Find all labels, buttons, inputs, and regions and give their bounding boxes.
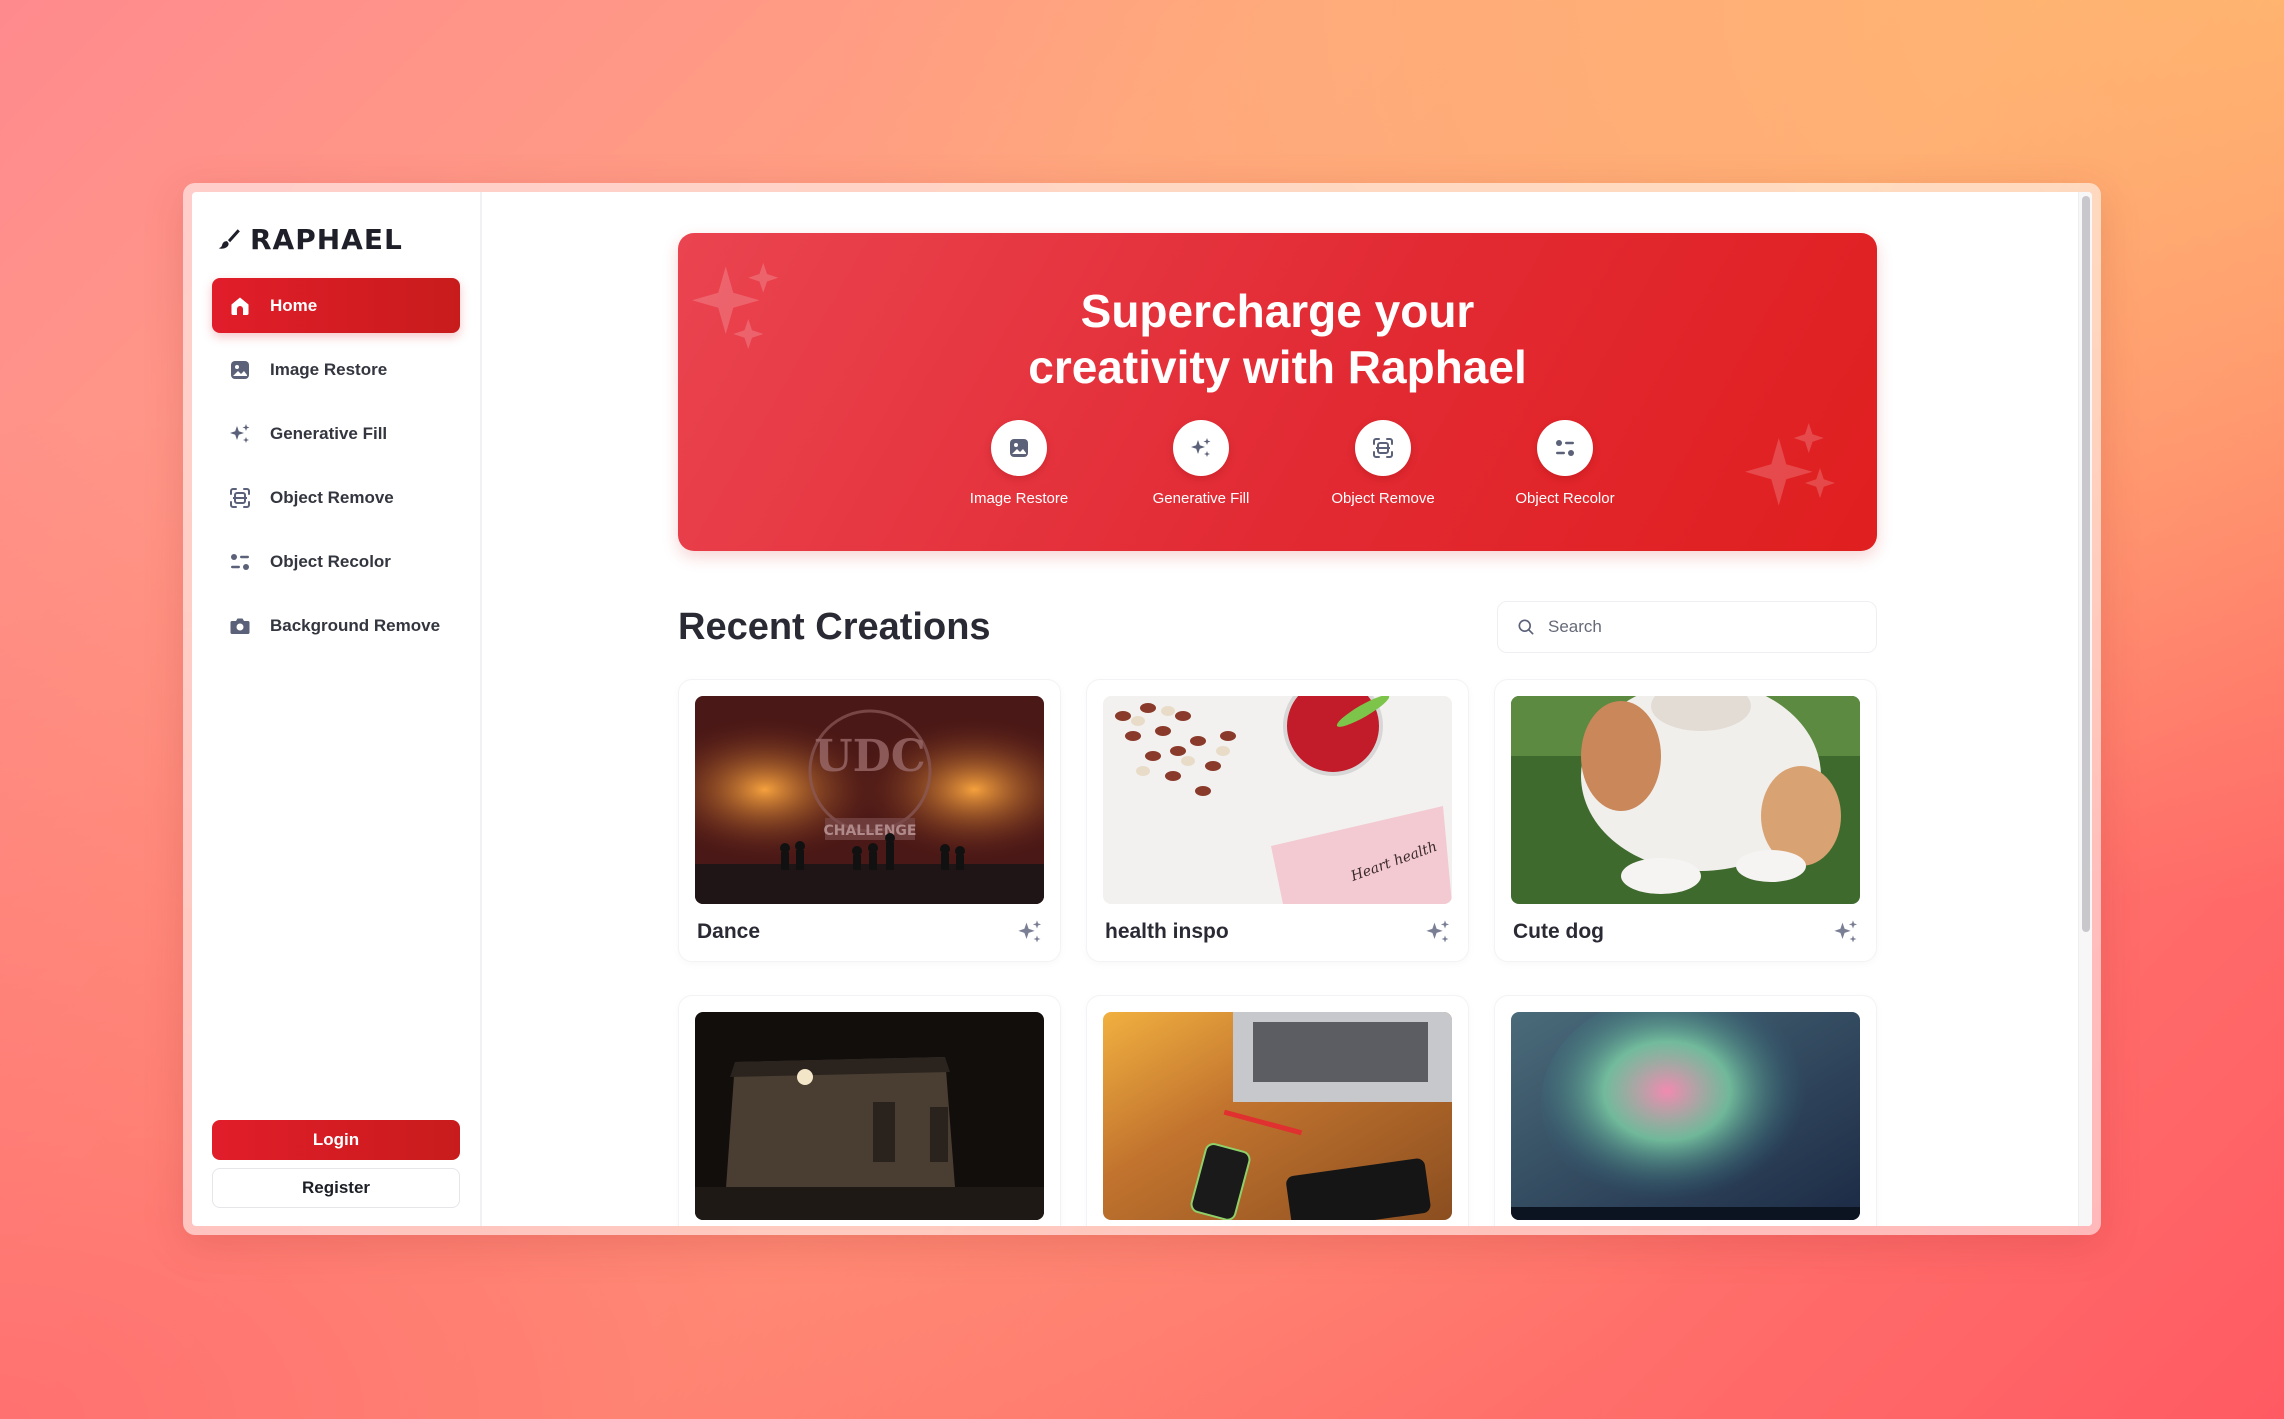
night-building-photo <box>695 1012 1044 1220</box>
app-window: RAPHAEL Home Image Restore Generative Fi… <box>183 183 2101 1235</box>
hero-title-line1: Supercharge your <box>1080 285 1475 337</box>
card-title: Dance <box>697 920 761 943</box>
sidebar-item-background-remove[interactable]: Background Remove <box>212 598 460 653</box>
sidebar-item-generative-fill[interactable]: Generative Fill <box>212 406 460 461</box>
card-title: health inspo <box>1105 920 1229 943</box>
feature-icon-circle <box>1355 420 1411 476</box>
sliders-icon <box>231 553 249 570</box>
image-icon <box>1010 439 1028 457</box>
section-title: Recent Creations <box>678 605 991 648</box>
register-button[interactable]: Register <box>212 1168 460 1208</box>
creation-card[interactable] <box>1086 995 1469 1226</box>
sidebar-item-object-recolor[interactable]: Object Recolor <box>212 534 460 589</box>
sidebar-item-label: Home <box>270 295 318 315</box>
hero-title-line2: creativity with <box>1028 341 1348 393</box>
sidebar-item-label: Generative Fill <box>270 423 388 443</box>
hero-banner: Supercharge your creativity with Raphael… <box>678 233 1877 551</box>
creation-card[interactable] <box>678 995 1061 1226</box>
image-icon <box>231 360 249 379</box>
sidebar-item-label: Object Remove <box>270 487 394 507</box>
feature-object-remove[interactable]: Object Remove <box>1292 420 1474 507</box>
sidebar-item-home[interactable]: Home <box>212 278 460 333</box>
scrollbar[interactable] <box>2078 192 2092 1226</box>
svg-text:CHALLENGE: CHALLENGE <box>823 823 916 839</box>
search-box[interactable] <box>1497 601 1877 653</box>
sidebar-item-object-remove[interactable]: Object Remove <box>212 470 460 525</box>
sidebar-item-label: Image Restore <box>270 359 388 379</box>
paintbrush-icon <box>218 229 240 249</box>
scan-icon <box>230 487 250 508</box>
creation-card[interactable]: Cute dog <box>1494 679 1877 962</box>
sparkles-icon[interactable] <box>1832 918 1860 946</box>
aurora-sky-photo <box>1511 1012 1860 1220</box>
sidebar-item-label: Background Remove <box>270 615 441 635</box>
main-content: Supercharge your creativity with Raphael… <box>482 192 2092 1226</box>
sparkles-icon[interactable] <box>1424 918 1452 946</box>
creation-card[interactable]: UDC CHALLENGE Dance <box>678 679 1061 962</box>
card-title: Cute dog <box>1513 920 1604 943</box>
sidebar-nav: Home Image Restore Generative Fill Objec… <box>212 278 460 653</box>
sparkles-icon <box>230 423 250 443</box>
feature-icon-circle <box>1173 420 1229 476</box>
laptop-desk-photo <box>1103 1012 1452 1220</box>
creation-card[interactable]: Heart health health inspo <box>1086 679 1469 962</box>
sidebar-item-label: Object Recolor <box>270 551 391 571</box>
home-icon <box>231 297 249 315</box>
svg-text:UDC: UDC <box>814 731 926 782</box>
logo[interactable]: RAPHAEL <box>212 222 460 256</box>
app-container: RAPHAEL Home Image Restore Generative Fi… <box>192 192 2092 1226</box>
feature-label: Image Restore <box>969 490 1069 507</box>
search-input[interactable] <box>1548 617 1848 637</box>
feature-label: Generative Fill <box>1152 490 1250 507</box>
feature-label: Object Remove <box>1331 490 1435 507</box>
brand-name: RAPHAEL <box>250 222 403 256</box>
sparkles-icon <box>1191 438 1211 457</box>
dance-stage-photo: UDC CHALLENGE <box>695 696 1044 904</box>
feature-image-restore[interactable]: Image Restore <box>928 420 1110 507</box>
sparkle-decoration-icon <box>1745 423 1835 506</box>
hero-features: Image Restore Generative Fill Object Rem… <box>928 420 1656 507</box>
hero-title-brand: Raphael <box>1347 341 1527 393</box>
sparkles-icon[interactable] <box>1016 918 1044 946</box>
hero-title: Supercharge your creativity with Raphael <box>678 283 1877 395</box>
sidebar: RAPHAEL Home Image Restore Generative Fi… <box>192 192 482 1226</box>
camera-icon <box>230 618 250 634</box>
creation-card[interactable] <box>1494 995 1877 1226</box>
auth-buttons: Login Register <box>212 1120 460 1208</box>
sliders-icon <box>1556 440 1574 456</box>
feature-icon-circle <box>1537 420 1593 476</box>
search-icon <box>1518 619 1534 635</box>
feature-generative-fill[interactable]: Generative Fill <box>1110 420 1292 507</box>
feature-label: Object Recolor <box>1515 490 1615 507</box>
login-button[interactable]: Login <box>212 1120 460 1160</box>
feature-icon-circle <box>991 420 1047 476</box>
nuts-and-drink-photo: Heart health <box>1103 696 1452 904</box>
scrollbar-thumb[interactable] <box>2082 196 2090 932</box>
sidebar-item-image-restore[interactable]: Image Restore <box>212 342 460 397</box>
recent-creations-header: Recent Creations <box>678 599 1877 655</box>
dog-on-grass-photo <box>1511 696 1860 904</box>
feature-object-recolor[interactable]: Object Recolor <box>1474 420 1656 507</box>
scan-icon <box>1373 438 1393 458</box>
